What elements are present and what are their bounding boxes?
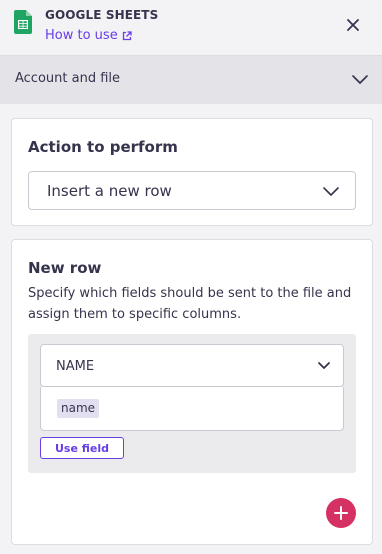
field-value-input[interactable]: name (40, 387, 344, 431)
column-mapping-panel: NAME name Use field (28, 334, 356, 473)
new-row-title: New row (28, 259, 102, 277)
field-chip[interactable]: name (57, 399, 100, 418)
chevron-down-icon (323, 187, 339, 196)
new-row-description: Specify which fields should be sent to t… (28, 286, 352, 322)
use-field-button[interactable]: Use field (40, 437, 124, 459)
account-and-file-label: Account and file (15, 71, 121, 86)
column-select[interactable]: NAME (40, 344, 344, 387)
google-sheets-icon (14, 10, 32, 34)
account-and-file-section[interactable]: Account and file (0, 56, 382, 104)
action-card-title: Action to perform (28, 138, 178, 156)
close-icon (347, 19, 359, 31)
action-select-value: Insert a new row (47, 182, 172, 200)
plus-icon (334, 506, 348, 520)
column-select-value: NAME (56, 359, 95, 374)
app-title: GOOGLE SHEETS (45, 8, 159, 22)
new-row-card: New row Specify which fields should be s… (11, 239, 373, 545)
external-link-icon (122, 30, 132, 40)
action-card: Action to perform Insert a new row (11, 118, 373, 226)
chevron-down-icon (318, 362, 330, 369)
chevron-down-icon (352, 75, 368, 84)
panel-header: GOOGLE SHEETS How to use (0, 0, 382, 56)
action-select[interactable]: Insert a new row (28, 171, 356, 210)
add-row-button[interactable] (326, 498, 356, 528)
how-to-use-link[interactable]: How to use (45, 28, 132, 43)
close-button[interactable] (344, 16, 362, 34)
how-to-use-label: How to use (45, 28, 118, 43)
